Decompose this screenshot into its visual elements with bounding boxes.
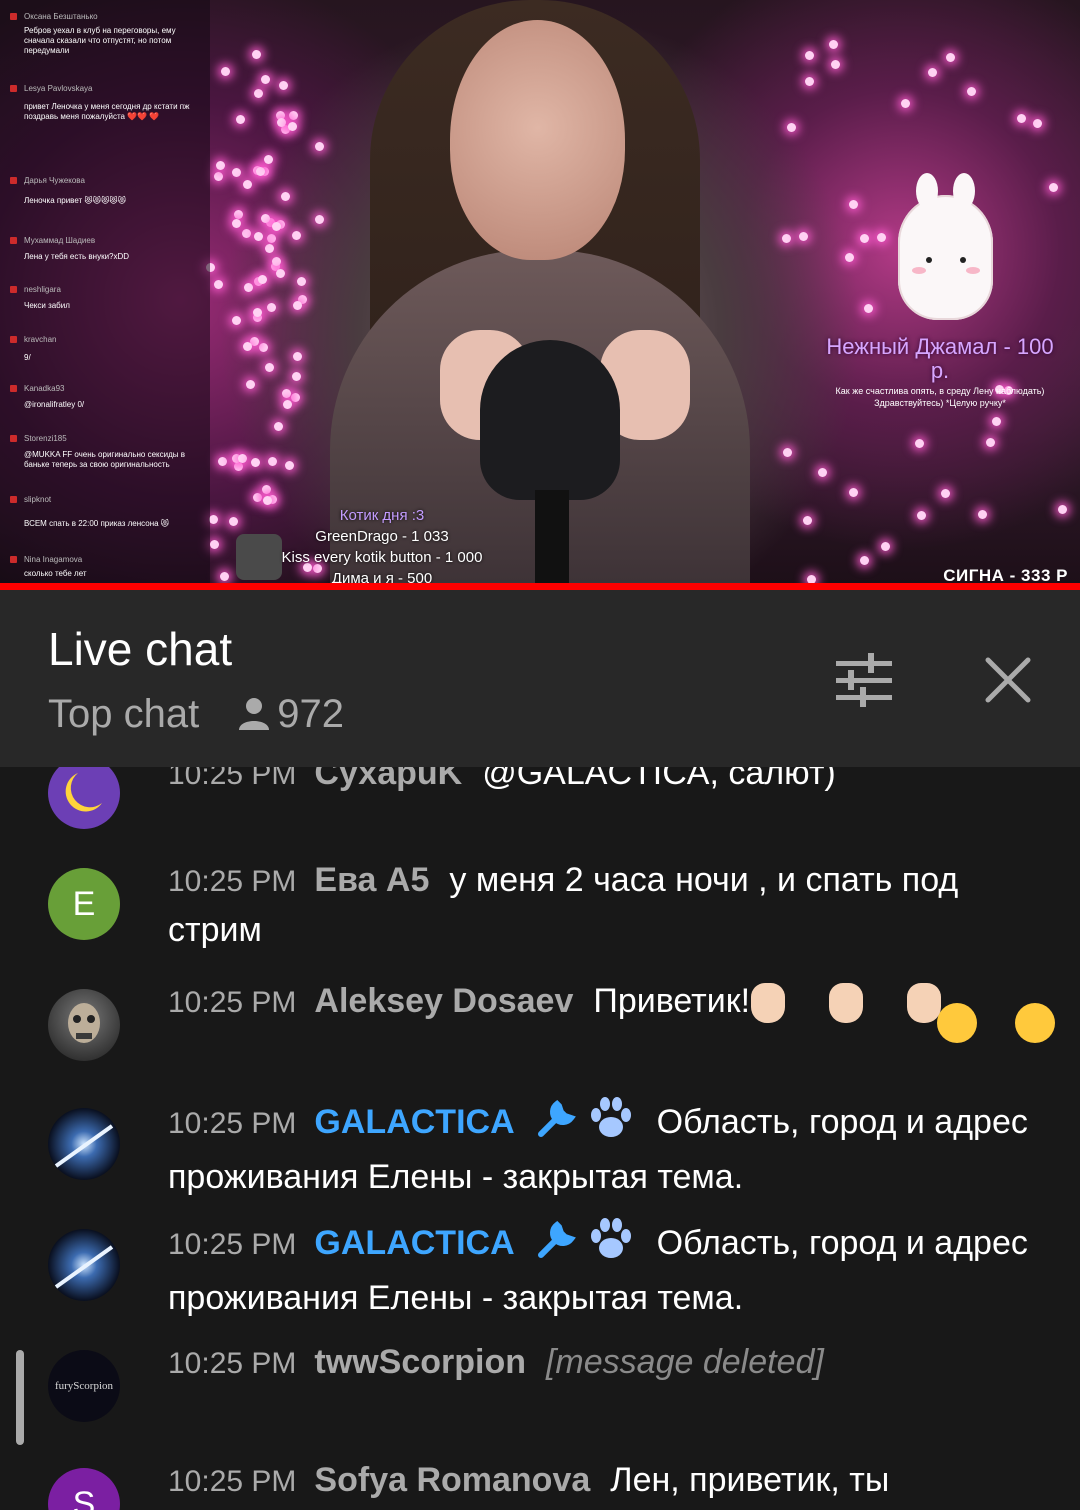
microphone — [480, 340, 620, 500]
avatar-letter: E — [72, 884, 96, 923]
streamer — [300, 0, 780, 585]
video-player[interactable]: Оксана Безштанько Ребров уехал в клуб на … — [0, 0, 1080, 585]
message-time: 10:25 PM — [168, 1107, 297, 1141]
chat-header — [0, 590, 1080, 767]
message-time: 10:25 PM — [168, 767, 297, 791]
message-time: 10:25 PM — [168, 865, 297, 898]
smiling-face-emoji — [937, 1003, 978, 1044]
chat-mode-row[interactable]: Top chat 972 — [48, 690, 344, 738]
donation-goals: Котик дня :3 GreenDrago - 1 033 Kiss eve… — [262, 505, 502, 585]
message-text: Приветик! — [593, 982, 751, 1020]
message-time: 10:25 PM — [168, 1465, 297, 1498]
wrench-icon — [535, 1096, 579, 1153]
avatar[interactable] — [48, 989, 120, 1061]
donation-alert: Нежный Джамал - 100 р. Как же счастлива … — [815, 335, 1065, 409]
paw-icon — [587, 1217, 635, 1274]
smiling-face-emoji — [1015, 1003, 1056, 1044]
raised-hand-emoji — [907, 983, 942, 1024]
donation-title: Нежный Джамал - 100 р. — [826, 334, 1054, 383]
goal-line: Kiss every kotik button - 1 000 — [281, 549, 483, 566]
chat-mode-label[interactable]: Top chat — [48, 692, 199, 737]
message-author[interactable]: twwScorpion — [314, 1343, 526, 1381]
donation-message: Как же счастлива опять, в среду Лену наб… — [835, 386, 1045, 408]
avatar[interactable]: furyScorpion — [48, 1350, 120, 1422]
goal-line: GreenDrago - 1 033 — [315, 528, 449, 545]
message-author-moderator[interactable]: GALACTICA — [314, 1103, 514, 1141]
avatar[interactable]: S — [48, 1468, 120, 1510]
message-time: 10:25 PM — [168, 986, 297, 1019]
message-text: Лен, приветик, ты — [610, 1461, 890, 1499]
wrench-icon — [535, 1217, 579, 1274]
message-time: 10:25 PM — [168, 1228, 297, 1262]
chat-title: Live chat — [48, 623, 233, 675]
paw-icon — [587, 1096, 635, 1153]
avatar[interactable] — [48, 1108, 120, 1180]
chat-message-list[interactable]: 10:25 PM СухаpuK @GALACTICA, салют) E 10:2… — [0, 767, 1080, 1510]
avatar[interactable] — [48, 1229, 120, 1301]
avatar-logo: furyScorpion — [54, 1380, 114, 1392]
viewer-count: 972 — [277, 691, 344, 736]
video-progress-bar[interactable] — [0, 583, 1080, 590]
message-deleted: [message deleted] — [545, 1343, 824, 1381]
person-icon — [237, 696, 271, 732]
goal-title: Котик дня :3 — [339, 507, 425, 524]
message-author[interactable]: Sofya Romanova — [314, 1461, 590, 1499]
bunny-sticker — [898, 173, 993, 320]
message-author-moderator[interactable]: GALACTICA — [314, 1224, 514, 1262]
stream-overlay-chat: Оксана Безштанько Ребров уехал в клуб на … — [0, 0, 210, 585]
sliders-icon[interactable] — [832, 651, 896, 711]
avatar[interactable] — [48, 767, 120, 829]
close-icon[interactable] — [978, 650, 1038, 710]
avatar-letter: S — [72, 1484, 96, 1510]
message-author[interactable]: Ева А5 — [314, 861, 429, 899]
message-text: @GALACTICA, салют) — [482, 767, 836, 792]
scroll-indicator[interactable] — [16, 1350, 24, 1445]
message-author[interactable]: Aleksey Dosaev — [314, 982, 573, 1020]
message-time: 10:25 PM — [168, 1347, 297, 1380]
message-author[interactable]: СухаpuK — [314, 767, 462, 792]
avatar[interactable]: E — [48, 868, 120, 940]
raised-hand-emoji — [829, 983, 864, 1024]
raised-hand-emoji — [751, 983, 786, 1024]
